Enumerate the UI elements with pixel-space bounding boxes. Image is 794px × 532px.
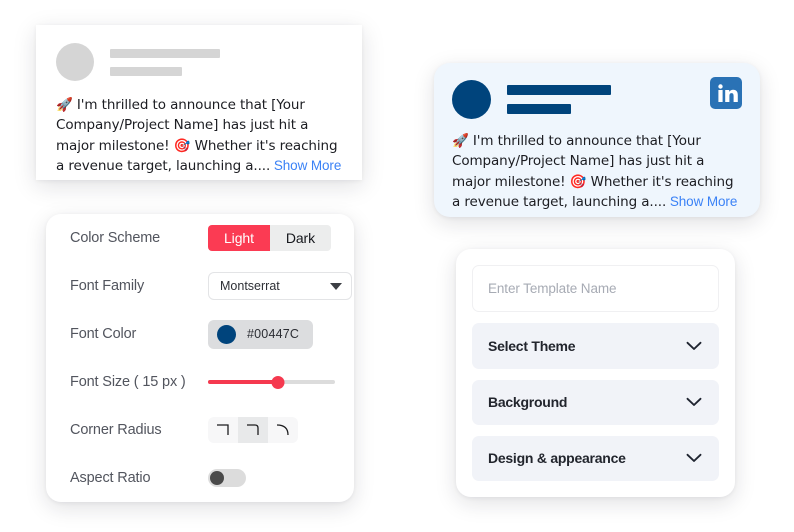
font-family-control: Montserrat: [208, 272, 352, 300]
linkedin-icon: [710, 77, 742, 109]
corner-radius-option-sharp[interactable]: [208, 417, 238, 443]
post-preview-card-plain: 🚀 I'm thrilled to announce that [Your Co…: [36, 25, 362, 180]
font-color-picker[interactable]: #00447C: [208, 319, 314, 349]
accordion-select-theme[interactable]: Select Theme: [472, 323, 719, 369]
template-name-input[interactable]: Enter Template Name: [472, 265, 719, 313]
color-scheme-option-dark[interactable]: Dark: [269, 225, 332, 251]
setting-label-font-family: Font Family: [70, 278, 145, 294]
corner-radius-option-large[interactable]: [268, 417, 298, 443]
toggle-knob: [210, 471, 224, 485]
chevron-down-icon: [686, 454, 702, 463]
settings-panel: Color Scheme Light Dark Font Family Mont…: [46, 214, 354, 502]
font-size-control: [208, 375, 335, 389]
setting-row-corner-radius: Corner Radius: [46, 406, 354, 454]
author-placeholder-lines: [507, 85, 611, 114]
setting-label-color-scheme: Color Scheme: [70, 230, 161, 246]
accordion-design-appearance[interactable]: Design & appearance: [472, 435, 719, 481]
avatar-placeholder: [452, 80, 491, 119]
font-family-value: Montserrat: [220, 279, 280, 293]
setting-label-font-size: Font Size ( 15 px ): [70, 374, 186, 390]
setting-label-font-color: Font Color: [70, 326, 137, 342]
aspect-ratio-toggle[interactable]: [208, 469, 246, 487]
setting-row-color-scheme: Color Scheme Light Dark: [46, 214, 354, 262]
accordion-label-design-appearance: Design & appearance: [488, 450, 626, 467]
accordion-label-select-theme: Select Theme: [488, 337, 576, 354]
setting-row-font-size: Font Size ( 15 px ): [46, 358, 354, 406]
color-swatch-icon: [217, 324, 236, 344]
accordion-background[interactable]: Background: [472, 379, 719, 425]
aspect-ratio-control: [208, 469, 332, 487]
author-subtitle-placeholder-bar: [507, 104, 571, 114]
show-more-link-plain[interactable]: Show More: [274, 158, 341, 173]
setting-label-corner-radius: Corner Radius: [70, 422, 162, 438]
author-subtitle-placeholder-bar: [110, 66, 182, 76]
color-scheme-control: Light Dark: [208, 225, 332, 251]
author-placeholder-lines: [110, 48, 220, 76]
corner-radius-group[interactable]: [208, 417, 298, 443]
color-scheme-segmented[interactable]: Light Dark: [208, 225, 332, 251]
post-preview-card-linkedin: 🚀 I'm thrilled to announce that [Your Co…: [434, 63, 760, 217]
setting-row-aspect-ratio: Aspect Ratio: [46, 454, 354, 502]
color-scheme-option-light[interactable]: Light: [208, 225, 270, 251]
post-header-linkedin: [434, 63, 760, 119]
font-size-slider[interactable]: [208, 375, 335, 389]
slider-fill: [208, 380, 278, 384]
post-body-text: 🚀 I'm thrilled to announce that [Your Co…: [36, 81, 362, 176]
slider-thumb[interactable]: [271, 375, 285, 389]
post-body-text-linkedin: 🚀 I'm thrilled to announce that [Your Co…: [434, 119, 760, 212]
chevron-down-icon: [330, 282, 342, 290]
author-name-placeholder-bar: [110, 48, 220, 58]
template-name-placeholder: Enter Template Name: [488, 281, 617, 297]
corner-radius-control: [208, 417, 332, 443]
author-name-placeholder-bar: [507, 85, 611, 95]
corner-radius-option-small[interactable]: [238, 417, 268, 443]
setting-row-font-color: Font Color #00447C: [46, 310, 354, 358]
accordion-label-background: Background: [488, 394, 568, 411]
font-family-select[interactable]: Montserrat: [208, 272, 352, 300]
show-more-link-linkedin[interactable]: Show More: [670, 194, 737, 209]
font-color-control: #00447C: [208, 319, 332, 349]
font-color-value: #00447C: [247, 327, 300, 341]
screenshot-stage: 🚀 I'm thrilled to announce that [Your Co…: [0, 0, 794, 532]
template-panel-inner: Enter Template Name Select Theme Backgro…: [472, 265, 719, 481]
post-header: [36, 25, 362, 81]
setting-label-aspect-ratio: Aspect Ratio: [70, 470, 151, 486]
chevron-down-icon: [686, 397, 702, 407]
setting-row-font-family: Font Family Montserrat: [46, 262, 354, 310]
avatar-placeholder: [56, 43, 94, 81]
chevron-down-icon: [686, 341, 702, 350]
template-panel: Enter Template Name Select Theme Backgro…: [456, 249, 735, 497]
